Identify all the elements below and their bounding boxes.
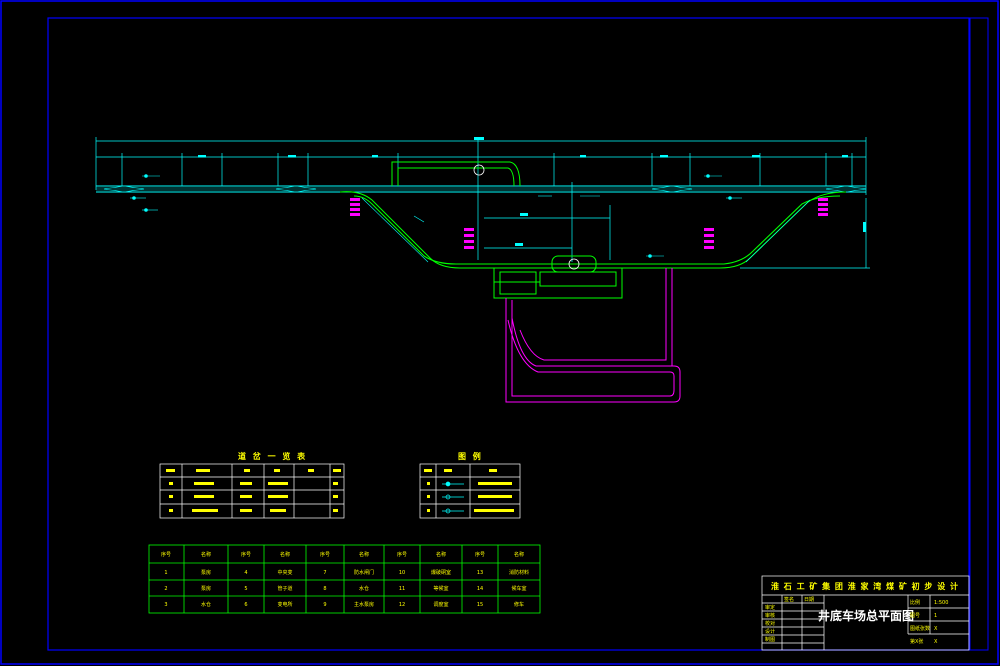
- rooms-header-cell: 名称: [280, 551, 290, 558]
- rooms-table-cell: 9: [323, 602, 326, 608]
- rooms-table-cell: 12: [399, 602, 405, 608]
- field-value-sheet-no: X: [934, 639, 938, 645]
- flow-arrow-symbols: [130, 174, 742, 258]
- rooms-table-cell: 调度室: [433, 601, 448, 608]
- rooms-table-cell: 2: [164, 586, 167, 592]
- rooms-table-cell: 消防材料: [509, 569, 529, 576]
- rooms-table-cell: 水仓: [201, 601, 211, 608]
- rooms-table-cell: 8: [323, 586, 326, 592]
- rooms-table-cell: 管子道: [277, 585, 292, 592]
- field-label-sheet-no: 第X张: [910, 638, 923, 645]
- rooms-table-cell: 3: [164, 602, 167, 608]
- symbol-legend-title: 图 例: [458, 451, 483, 461]
- turnout-table: 道 岔 一 览 表: [159, 451, 345, 519]
- rooms-header-cell: 名称: [514, 551, 524, 558]
- role-label-5: 制图: [765, 636, 775, 643]
- field-label-scale: 比例: [910, 599, 920, 606]
- rooms-table-cell: 10: [399, 570, 405, 576]
- rooms-header-cell: 名称: [359, 551, 369, 558]
- rooms-table-cell: 修车: [514, 601, 524, 608]
- rooms-header-cell: 序号: [397, 551, 407, 558]
- loop-inner: [361, 197, 811, 263]
- station-chamber: [493, 255, 623, 299]
- rooms-table-cell: 11: [399, 586, 405, 592]
- title-block: 淮 石 工 矿 集 团 淮 家 湾 煤 矿 初 步 设 计 井底车场总平面图 签…: [761, 575, 970, 651]
- rooms-header-cell: 序号: [241, 551, 251, 558]
- rooms-header-cell: 序号: [475, 551, 485, 558]
- inner-frame: [47, 17, 970, 651]
- rooms-table-cell: 防水闸门: [354, 569, 374, 576]
- cad-drawing-sheet: 道 岔 一 览 表 图 例 序号 名称 序号 名称 序号 名称 序号 名称 序号…: [0, 0, 999, 665]
- rooms-table-cell: 爆破硐室: [431, 569, 451, 576]
- rooms-table: 序号 名称 序号 名称 序号 名称 序号 名称 序号 名称 1 泵房 4 中央变 7 防水闸门 10 爆破硐室 13…: [148, 544, 541, 614]
- field-value-drawing-no: 1: [934, 613, 937, 619]
- sump-loops: [505, 268, 681, 403]
- rooms-table-cell: 候车室: [511, 585, 526, 592]
- plan-view: [95, 137, 870, 403]
- main-track: [96, 185, 866, 193]
- rooms-table-cell: 6: [244, 602, 247, 608]
- turnouts: [103, 185, 867, 193]
- rooms-table-cell: 主水泵房: [354, 601, 374, 608]
- field-label-drawing-no: 图号: [910, 613, 920, 619]
- turnout-table-title: 道 岔 一 览 表: [238, 451, 307, 461]
- rooms-header-cell: 序号: [161, 551, 171, 558]
- role-label-1: 审定: [765, 604, 775, 611]
- shaft-circle-upper: [473, 164, 485, 176]
- role-label-4: 设计: [765, 628, 775, 635]
- rooms-table-cell: 7: [323, 570, 326, 576]
- binding-strip: [969, 17, 989, 651]
- rooms-table-cell: 变电所: [277, 601, 292, 608]
- project-header: 淮 石 工 矿 集 团 淮 家 湾 煤 矿 初 步 设 计: [771, 581, 959, 591]
- rooms-table-cell: 等候室: [433, 585, 448, 592]
- field-label-sheets: 图纸张数: [910, 625, 930, 632]
- role-label-2: 审核: [765, 612, 775, 619]
- rooms-header-cell: 名称: [436, 551, 446, 558]
- symbol-legend: 图 例: [419, 451, 521, 519]
- shaft-bypass: [391, 161, 521, 187]
- rooms-table-cell: 中央变: [277, 569, 292, 576]
- rev-label-sign: 签名: [784, 596, 794, 603]
- role-label-3: 校对: [765, 620, 775, 627]
- rooms-table-cell: 14: [477, 586, 483, 592]
- outer-frame: [0, 0, 999, 665]
- rooms-table-cell: 水仓: [359, 585, 369, 592]
- rooms-table-cell: 1: [164, 570, 167, 576]
- drawing-title: 井底车场总平面图: [818, 608, 914, 623]
- rev-label-date: 日期: [804, 597, 814, 603]
- field-value-sheets: X: [934, 626, 938, 632]
- rooms-table-cell: 5: [244, 586, 247, 592]
- rooms-header-cell: 名称: [201, 551, 211, 558]
- rooms-table-cell: 泵房: [201, 585, 211, 592]
- rooms-header-cell: 序号: [320, 551, 330, 558]
- rooms-table-cell: 13: [477, 570, 483, 576]
- field-value-scale: 1:500: [934, 600, 948, 606]
- rooms-table-cell: 15: [477, 602, 483, 608]
- rooms-table-cell: 泵房: [201, 569, 211, 576]
- rooms-table-cell: 4: [244, 570, 247, 576]
- magenta-markers: [350, 198, 828, 249]
